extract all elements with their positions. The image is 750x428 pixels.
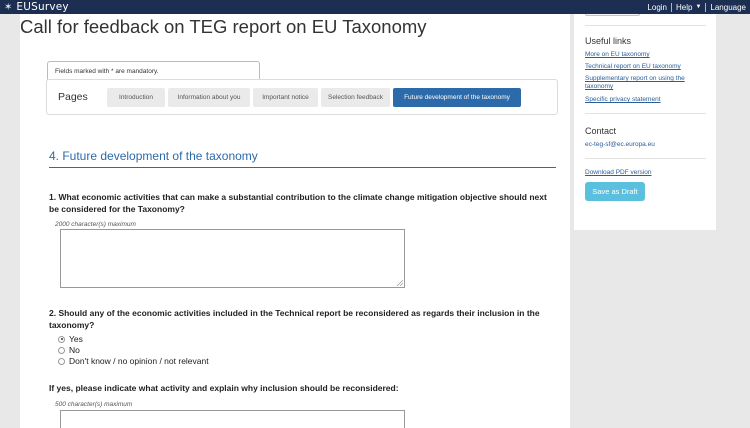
q3-textarea[interactable] xyxy=(60,410,405,428)
link-technical-report[interactable]: Technical report on EU taxonomy xyxy=(585,63,705,71)
tab-information-about-you[interactable]: Information about you xyxy=(168,88,250,107)
survey-main: Call for feedback on TEG report on EU Ta… xyxy=(20,14,570,428)
tab-important-notice[interactable]: Important notice xyxy=(253,88,318,107)
caret-down-icon: ▼ xyxy=(695,4,702,10)
tab-selection-feedback[interactable]: Selection feedback xyxy=(321,88,390,107)
help-menu[interactable]: Help ▼ xyxy=(672,3,705,12)
sidebar-top-button[interactable] xyxy=(585,14,640,16)
sidebar-divider xyxy=(585,113,706,114)
q2-option-yes[interactable]: Yes xyxy=(58,334,83,344)
sidebar: Useful links More on EU taxonomy Technic… xyxy=(574,14,716,230)
radio-label: Yes xyxy=(69,334,83,344)
sidebar-divider xyxy=(585,25,706,26)
link-more-on-eu-taxonomy[interactable]: More on EU taxonomy xyxy=(585,51,705,59)
brand-name: EUSurvey xyxy=(16,1,69,13)
link-supplementary-report[interactable]: Supplementary report on using the taxono… xyxy=(585,75,705,91)
download-pdf-link[interactable]: Download PDF version xyxy=(585,169,705,177)
link-privacy-statement[interactable]: Specific privacy statement xyxy=(585,96,705,104)
help-label: Help xyxy=(676,2,693,12)
tab-introduction[interactable]: Introduction xyxy=(107,88,165,107)
radio-button[interactable] xyxy=(58,346,65,354)
sidebar-divider xyxy=(585,158,706,159)
section-heading: 4. Future development of the taxonomy xyxy=(49,149,258,163)
pages-panel: Pages Introduction Information about you… xyxy=(46,79,558,115)
question-2: 2. Should any of the economic activities… xyxy=(49,308,540,330)
pages-label: Pages xyxy=(58,91,88,103)
radio-label: No xyxy=(69,345,80,355)
radio-button[interactable] xyxy=(58,357,65,365)
q2-option-no[interactable]: No xyxy=(58,345,80,355)
question-3: If yes, please indicate what activity an… xyxy=(49,383,399,393)
radio-label: Don't know / no opinion / not relevant xyxy=(69,356,209,366)
question-1: 1. What economic activities that can mak… xyxy=(49,192,547,214)
top-nav: Login Help ▼ Language xyxy=(643,0,750,14)
tab-future-development[interactable]: Future development of the taxonomy xyxy=(393,88,521,107)
brand-logo[interactable]: ✶ EUSurvey xyxy=(4,0,69,14)
q1-textarea[interactable] xyxy=(60,229,405,288)
section-divider xyxy=(49,167,556,168)
radio-button[interactable] xyxy=(58,335,65,343)
useful-links-heading: Useful links xyxy=(585,36,632,46)
resize-handle-icon[interactable] xyxy=(397,280,403,286)
contact-heading: Contact xyxy=(585,126,617,136)
page-tabs: Introduction Information about you Impor… xyxy=(107,88,521,107)
q2-option-dont-know[interactable]: Don't know / no opinion / not relevant xyxy=(58,356,209,366)
top-bar: ✶ EUSurvey Login Help ▼ Language xyxy=(0,0,750,14)
login-link[interactable]: Login xyxy=(643,3,671,12)
language-menu[interactable]: Language xyxy=(706,3,750,12)
eu-star-icon: ✶ xyxy=(4,1,13,13)
q1-character-limit: 2000 character(s) maximum xyxy=(55,221,136,228)
page-title: Call for feedback on TEG report on EU Ta… xyxy=(20,16,427,37)
contact-email[interactable]: ec-teg-sf@ec.europa.eu xyxy=(585,141,655,148)
save-as-draft-button[interactable]: Save as Draft xyxy=(585,182,645,201)
q3-character-limit: 500 character(s) maximum xyxy=(55,401,133,408)
